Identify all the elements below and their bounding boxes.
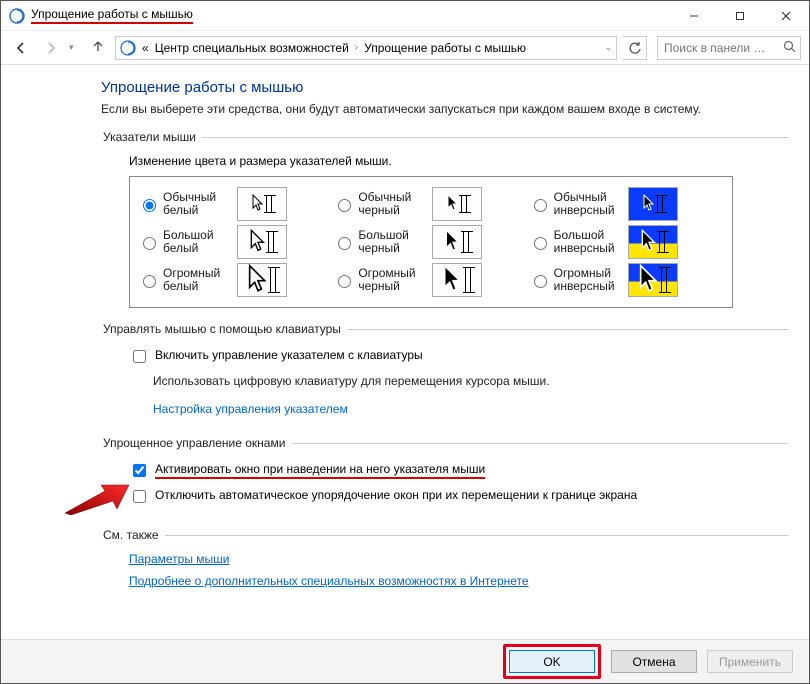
content-area: Упрощение работы с мышью Если вы выберет…: [1, 65, 809, 639]
checkbox-activate-on-hover-input[interactable]: [133, 464, 146, 477]
radio-large-inv[interactable]: [534, 237, 547, 250]
radio-xl-black[interactable]: [338, 275, 351, 288]
back-button[interactable]: [9, 36, 33, 60]
group-pointers: Указатели мыши Изменение цвета и размера…: [101, 130, 789, 308]
checkbox-disable-snap[interactable]: Отключить автоматическое упорядочение ок…: [129, 488, 789, 506]
preview-large-white: [237, 225, 287, 259]
maximize-button[interactable]: [717, 1, 763, 30]
group-pointers-legend: Указатели мыши: [101, 130, 202, 144]
up-button[interactable]: [87, 39, 109, 56]
checkbox-mousekeys-input[interactable]: [133, 350, 146, 363]
group-windows: Упрощенное управление окнами Активироват…: [101, 436, 789, 514]
group-pointers-desc: Изменение цвета и размера указателей мыш…: [129, 154, 789, 168]
radio-normal-white[interactable]: [143, 199, 156, 212]
link-more-accessibility[interactable]: Подробнее о дополнительных специальных в…: [129, 574, 529, 588]
toolbar: ▾ « Центр специальных возможностей › Упр…: [1, 31, 809, 65]
pointer-option-xl-white[interactable]: Огромный белый: [138, 263, 333, 297]
forward-button[interactable]: [39, 36, 63, 60]
group-windows-legend: Упрощенное управление окнами: [101, 436, 291, 450]
close-button[interactable]: [763, 1, 809, 30]
radio-xl-inv[interactable]: [534, 275, 547, 288]
page-subtitle: Если вы выберете эти средства, они будут…: [101, 102, 711, 116]
cancel-button[interactable]: Отмена: [611, 650, 697, 673]
breadcrumb-item-1[interactable]: Центр специальных возможностей: [155, 41, 349, 55]
preview-xl-black: [432, 263, 482, 297]
pointer-option-large-inv[interactable]: Большой инверсный: [529, 225, 724, 259]
ok-button[interactable]: OK: [509, 650, 595, 673]
link-mouse-settings[interactable]: Параметры мыши: [129, 552, 230, 566]
refresh-button[interactable]: [623, 36, 647, 60]
pointer-options-box: Обычный белый Обычный черный: [129, 176, 733, 308]
checkbox-mousekeys[interactable]: Включить управление указателем с клавиат…: [129, 348, 789, 366]
group-keyboard-legend: Управлять мышью с помощью клавиатуры: [101, 322, 347, 336]
checkbox-disable-snap-input[interactable]: [133, 490, 146, 503]
addressbar-dropdown-icon[interactable]: ⌄: [604, 42, 612, 53]
control-panel-icon: [120, 40, 136, 56]
ease-of-access-icon: [9, 8, 25, 24]
pointer-option-normal-white[interactable]: Обычный белый: [138, 187, 333, 221]
breadcrumb-prefix: «: [142, 41, 149, 55]
preview-normal-white: [237, 187, 287, 221]
group-keyboard: Управлять мышью с помощью клавиатуры Вкл…: [101, 322, 789, 422]
radio-xl-white[interactable]: [143, 275, 156, 288]
preview-normal-inv: [628, 187, 678, 221]
search-icon: [783, 40, 796, 56]
radio-large-white[interactable]: [143, 237, 156, 250]
pointer-option-large-black[interactable]: Большой черный: [333, 225, 528, 259]
pointer-option-normal-black[interactable]: Обычный черный: [333, 187, 528, 221]
address-bar[interactable]: « Центр специальных возможностей › Упрощ…: [115, 36, 617, 60]
pointer-option-large-white[interactable]: Большой белый: [138, 225, 333, 259]
link-mousekeys-settings[interactable]: Настройка управления указателем: [153, 402, 348, 416]
search-input[interactable]: [662, 40, 779, 56]
search-box[interactable]: [657, 36, 801, 60]
preview-large-black: [432, 225, 482, 259]
pointer-option-xl-inv[interactable]: Огромный инверсный: [529, 263, 724, 297]
mousekeys-help: Использовать цифровую клавиатуру для пер…: [153, 374, 789, 388]
apply-button[interactable]: Применить: [707, 650, 793, 673]
group-see-also-legend: См. также: [101, 528, 165, 542]
radio-normal-inv[interactable]: [534, 199, 547, 212]
group-see-also: См. также Параметры мыши Подробнее о доп…: [101, 528, 789, 588]
preview-large-inv: [628, 225, 678, 259]
pointer-option-xl-black[interactable]: Огромный черный: [333, 263, 528, 297]
radio-normal-black[interactable]: [338, 199, 351, 212]
pointer-option-normal-inv[interactable]: Обычный инверсный: [529, 187, 724, 221]
footer: OK Отмена Применить: [1, 639, 809, 683]
preview-xl-white: [237, 263, 287, 297]
history-dropdown-icon[interactable]: ▾: [69, 42, 81, 53]
chevron-right-icon[interactable]: ›: [355, 42, 358, 53]
annotation-ok-highlight: OK: [503, 644, 601, 679]
preview-normal-black: [432, 187, 482, 221]
checkbox-activate-on-hover[interactable]: Активировать окно при наведении на него …: [129, 462, 789, 480]
preview-xl-inv: [628, 263, 678, 297]
page-heading: Упрощение работы с мышью: [101, 79, 789, 96]
breadcrumb-item-2[interactable]: Упрощение работы с мышью: [364, 41, 526, 55]
radio-large-black[interactable]: [338, 237, 351, 250]
titlebar: Упрощение работы с мышью: [1, 1, 809, 31]
minimize-button[interactable]: [671, 1, 717, 30]
window-title: Упрощение работы с мышью: [31, 7, 193, 24]
